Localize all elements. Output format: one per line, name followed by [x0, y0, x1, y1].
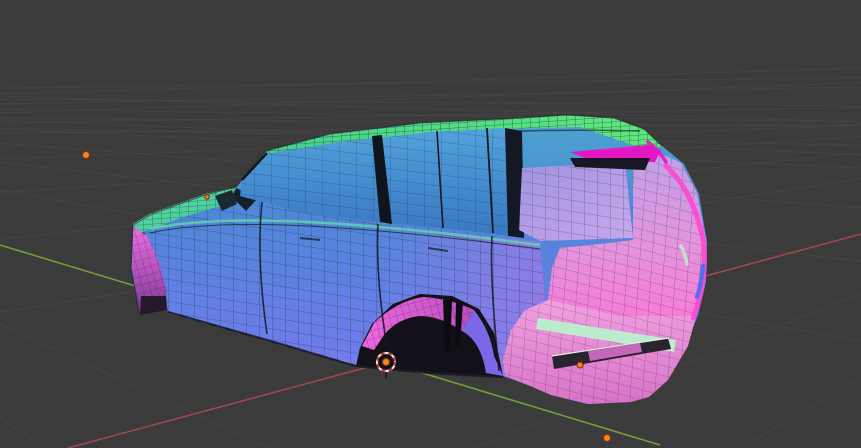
- object-origin-marker[interactable]: [576, 361, 584, 369]
- blender-3d-viewport[interactable]: [0, 0, 861, 448]
- object-origin-marker[interactable]: [81, 150, 91, 160]
- grid-line: [0, 67, 861, 95]
- car-mesh-object[interactable]: [130, 114, 707, 404]
- car-rear-glass-wireframe: [519, 162, 633, 241]
- object-origin-marker[interactable]: [381, 357, 391, 367]
- viewport-canvas: [0, 67, 861, 448]
- object-origin-marker[interactable]: [204, 194, 210, 200]
- grid-line: [0, 107, 861, 124]
- object-origin-marker[interactable]: [602, 433, 612, 443]
- car-front-arch-dark-lower: [140, 296, 167, 315]
- grid-line: [0, 77, 861, 89]
- grid-line: [0, 86, 861, 105]
